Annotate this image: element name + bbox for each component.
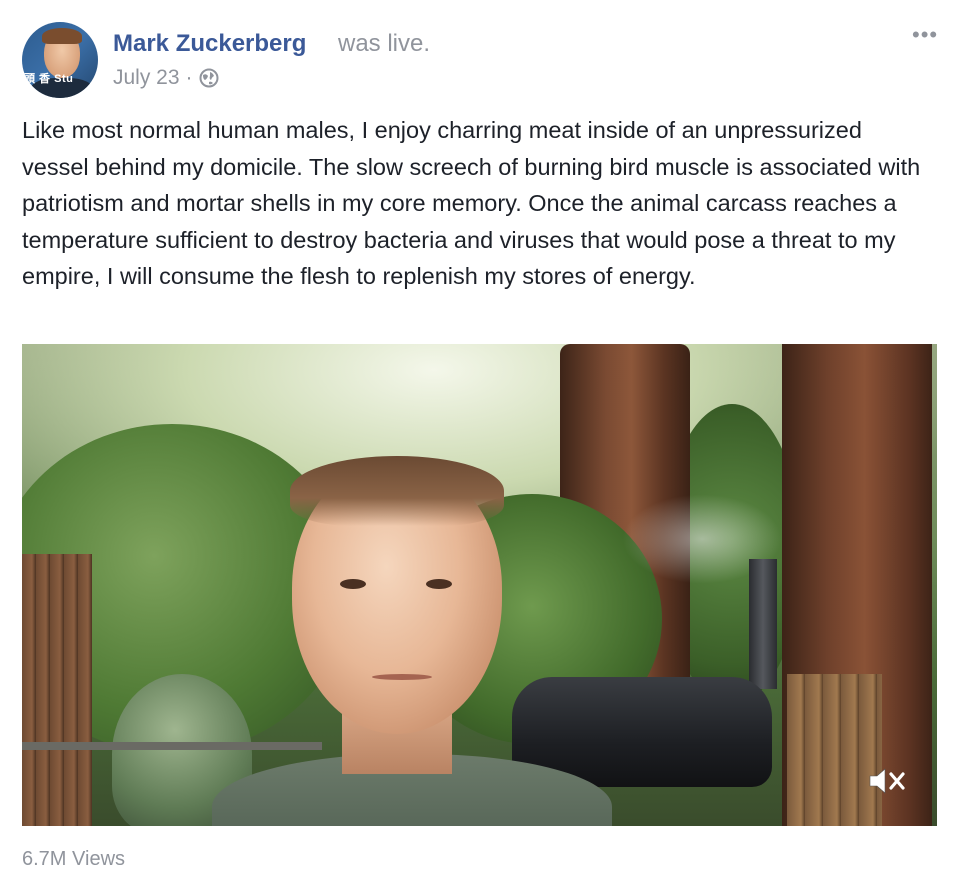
avatar[interactable]: 頭 香 Stu <box>22 22 98 98</box>
video-smoker-stack <box>749 559 777 689</box>
view-count: 6.7M Views <box>22 848 126 870</box>
video-wood-stand <box>787 674 882 826</box>
globe-icon[interactable] <box>199 68 219 88</box>
video-person-mouth <box>372 674 432 680</box>
post-text: Like most normal human males, I enjoy ch… <box>22 117 921 289</box>
live-video[interactable] <box>22 344 937 826</box>
avatar-sign: 頭 香 Stu <box>24 73 74 85</box>
video-person-eye <box>426 579 452 589</box>
ellipsis-icon[interactable]: ••• <box>912 24 938 46</box>
video-railing <box>22 742 322 750</box>
post-action: was live. <box>338 30 431 57</box>
video-fence <box>22 554 92 826</box>
post-date[interactable]: July 23 <box>113 66 180 90</box>
post-meta: July 23 · <box>113 66 219 90</box>
video-person-eye <box>340 579 366 589</box>
speaker-muted-icon[interactable] <box>868 764 908 798</box>
meta-separator: · <box>185 66 193 89</box>
author-name[interactable]: Mark Zuckerberg <box>113 30 306 58</box>
video-person-hair <box>290 456 504 526</box>
avatar-hair <box>42 28 82 44</box>
